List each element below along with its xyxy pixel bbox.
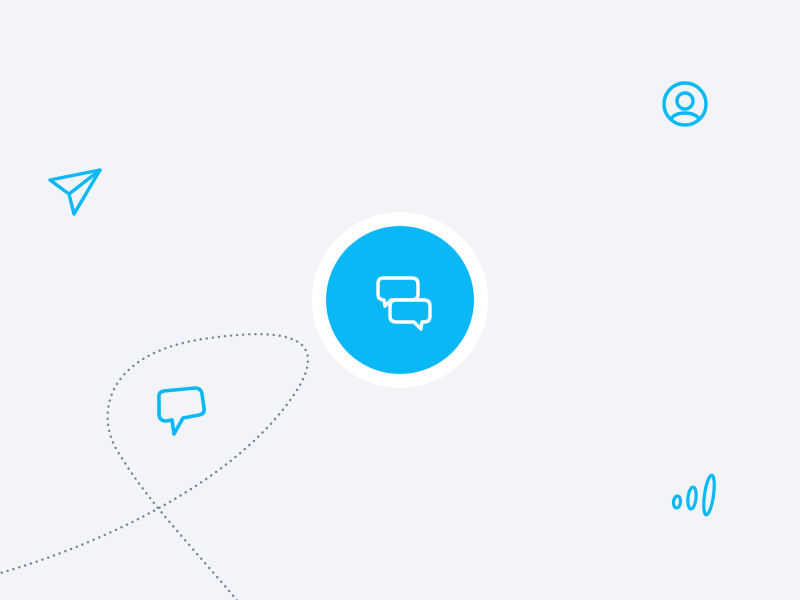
chat-bubble-icon xyxy=(157,386,206,436)
signal-bars-icon xyxy=(671,473,716,517)
user-avatar-icon xyxy=(662,81,708,127)
center-badge xyxy=(312,212,488,388)
center-badge-fill xyxy=(326,226,474,374)
illustration-canvas xyxy=(0,0,800,600)
paper-plane-icon xyxy=(48,168,102,216)
chat-bubbles-icon xyxy=(376,276,432,331)
